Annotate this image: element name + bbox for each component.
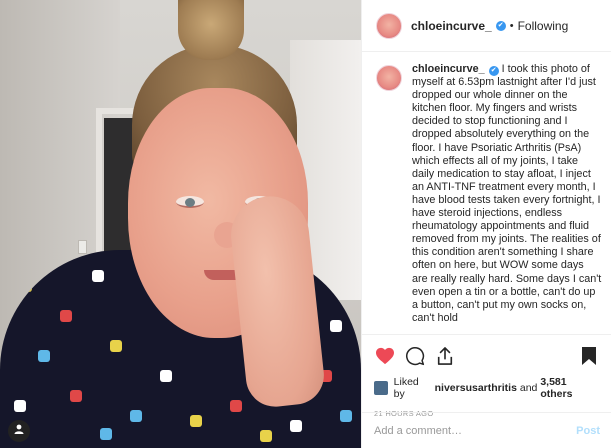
share-icon bbox=[437, 347, 453, 365]
photo-iris-left bbox=[185, 198, 195, 207]
likes-prefix: Liked by bbox=[393, 376, 419, 400]
caption-scroll-area[interactable]: chloeincurve_ ✔ I took this photo of myse… bbox=[362, 63, 611, 333]
comment-icon bbox=[406, 347, 425, 366]
comment-button[interactable] bbox=[404, 345, 426, 367]
post-sidebar: chloeincurve_ ✔ • Following chloeincurve… bbox=[361, 0, 611, 448]
photo-subject bbox=[0, 0, 361, 448]
action-icon-row bbox=[374, 343, 600, 369]
header-username[interactable]: chloeincurve_ bbox=[411, 19, 492, 33]
heart-icon bbox=[376, 347, 394, 365]
like-button[interactable] bbox=[374, 345, 396, 367]
caption-username[interactable]: chloeincurve_ bbox=[412, 63, 485, 75]
bookmark-icon bbox=[582, 347, 596, 365]
liker-avatar[interactable] bbox=[374, 381, 388, 395]
post-comment-button[interactable]: Post bbox=[576, 425, 600, 437]
likes-connector: and bbox=[519, 382, 538, 394]
save-button[interactable] bbox=[578, 345, 600, 367]
header-separator: • bbox=[509, 19, 514, 32]
caption-avatar[interactable] bbox=[376, 65, 402, 91]
comment-bar: Post bbox=[362, 412, 611, 448]
avatar[interactable] bbox=[376, 12, 402, 39]
likes-summary: Liked by niversusarthritis and 3,581 oth… bbox=[374, 376, 600, 400]
likes-others-link[interactable]: 3,581 others bbox=[540, 376, 600, 400]
caption-verified-badge-icon: ✔ bbox=[488, 66, 499, 76]
post-header: chloeincurve_ ✔ • Following bbox=[362, 0, 611, 52]
user-tag-glyph bbox=[14, 424, 24, 434]
share-button[interactable] bbox=[434, 345, 456, 367]
caption-text: I took this photo of myself at 6.53pm la… bbox=[412, 63, 602, 324]
user-tag-icon[interactable] bbox=[8, 420, 30, 442]
photo-hair-bun bbox=[178, 0, 244, 60]
likes-user-link[interactable]: niversusarthritis bbox=[435, 382, 517, 394]
comment-input[interactable] bbox=[374, 424, 577, 437]
caption-text-block: chloeincurve_ ✔ I took this photo of myse… bbox=[412, 63, 602, 333]
post-photo[interactable] bbox=[0, 0, 361, 448]
post-actions: Liked by niversusarthritis and 3,581 oth… bbox=[362, 334, 611, 422]
verified-badge-icon: ✔ bbox=[495, 20, 506, 31]
following-button[interactable]: Following bbox=[518, 19, 569, 33]
